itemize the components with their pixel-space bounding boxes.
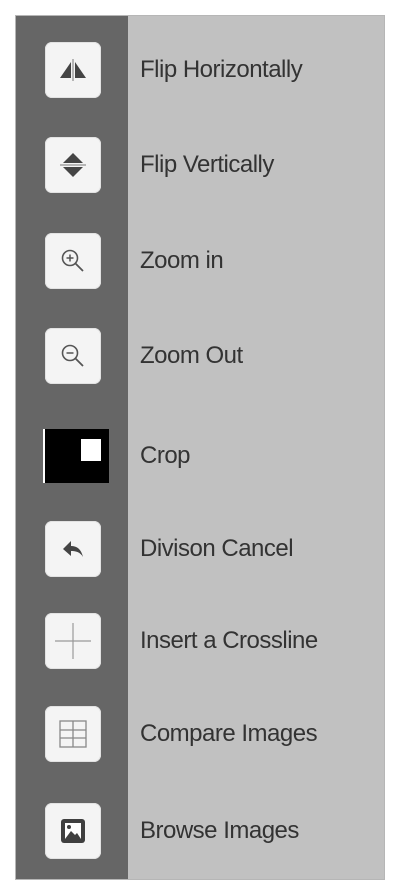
crop-icon[interactable] (43, 429, 109, 483)
menu-item-browse-images[interactable]: Browse Images (16, 791, 384, 871)
compare-grid-icon[interactable] (45, 706, 101, 762)
crop-selection-square (81, 439, 101, 461)
crossline-icon[interactable] (45, 613, 101, 669)
menu-item-label: Compare Images (140, 720, 318, 747)
undo-arrow-icon[interactable] (45, 521, 101, 577)
menu-item-zoom-in[interactable]: Zoom in (16, 221, 384, 301)
menu-item-label: Zoom Out (140, 342, 243, 369)
menu-item-label: Insert a Crossline (140, 627, 318, 654)
flip-vertical-icon[interactable] (45, 137, 101, 193)
flip-horizontal-icon[interactable] (45, 42, 101, 98)
zoom-out-icon[interactable] (45, 328, 101, 384)
menu-item-label: Browse Images (140, 817, 299, 844)
menu-item-label: Flip Vertically (140, 151, 274, 178)
menu-item-insert-crossline[interactable]: Insert a Crossline (16, 601, 384, 681)
menu-item-label: Crop (140, 442, 191, 469)
menu-item-flip-vertically[interactable]: Flip Vertically (16, 125, 384, 205)
menu-item-label: Zoom in (140, 247, 224, 274)
menu-item-label: Divison Cancel (140, 535, 294, 562)
menu-item-crop[interactable]: Crop (16, 416, 384, 496)
menu-item-flip-horizontally[interactable]: Flip Horizontally (16, 30, 384, 110)
image-tools-panel: Flip Horizontally Flip Vertically Zoom i… (15, 15, 385, 880)
menu-item-label: Flip Horizontally (140, 56, 303, 83)
zoom-in-icon[interactable] (45, 233, 101, 289)
menu-item-division-cancel[interactable]: Divison Cancel (16, 509, 384, 589)
menu-item-zoom-out[interactable]: Zoom Out (16, 316, 384, 396)
menu-item-compare-images[interactable]: Compare Images (16, 694, 384, 774)
image-browse-icon[interactable] (45, 803, 101, 859)
